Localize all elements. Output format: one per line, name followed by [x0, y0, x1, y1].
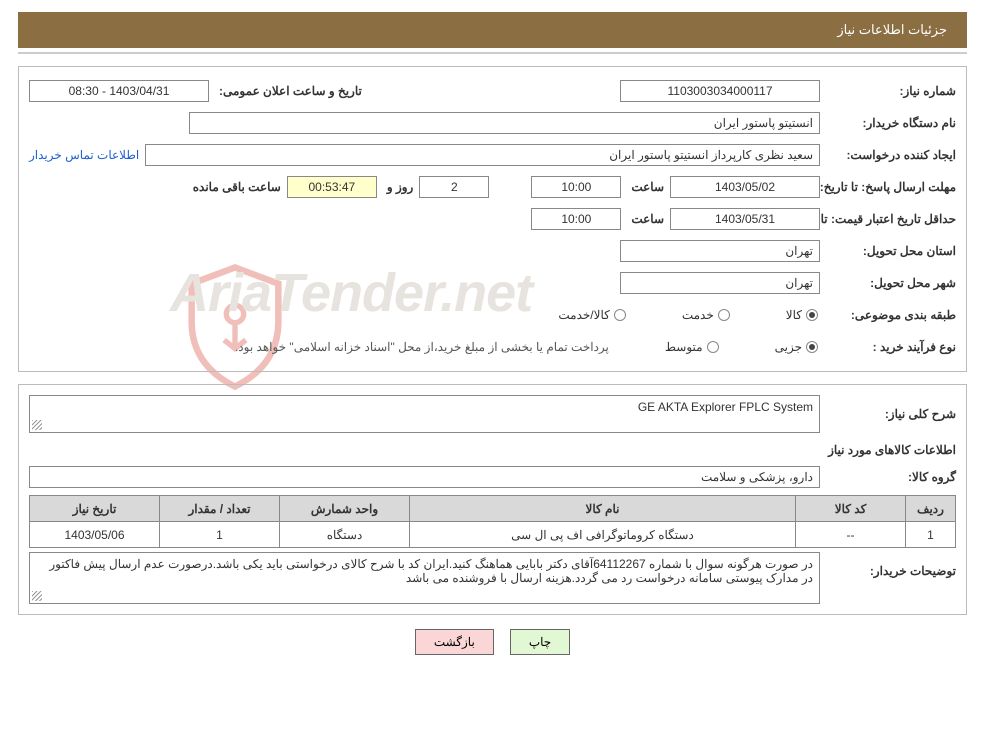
th-code: کد کالا — [796, 496, 906, 522]
purchase-type-label: نوع فرآیند خرید : — [826, 340, 956, 354]
resize-handle-icon[interactable] — [32, 591, 42, 601]
deadline-time-field: 10:00 — [531, 176, 621, 198]
goods-panel: شرح کلی نیاز: GE AKTA Explorer FPLC Syst… — [18, 384, 967, 615]
countdown-field: 00:53:47 — [287, 176, 377, 198]
radio-medium[interactable]: متوسط — [665, 340, 719, 354]
radio-goods[interactable]: کالا — [786, 308, 818, 322]
resize-handle-icon[interactable] — [32, 420, 42, 430]
th-qty: تعداد / مقدار — [160, 496, 280, 522]
th-name: نام کالا — [410, 496, 796, 522]
back-button[interactable]: بازگشت — [415, 629, 494, 655]
announce-label: تاریخ و ساعت اعلان عمومی: — [215, 84, 362, 98]
header-bar: جزئیات اطلاعات نیاز — [18, 12, 967, 48]
button-row: چاپ بازگشت — [0, 629, 985, 655]
goods-info-title: اطلاعات کالاهای مورد نیاز — [29, 443, 956, 457]
buyer-org-field: انستیتو پاستور ایران — [189, 112, 820, 134]
buyer-notes-textarea[interactable]: در صورت هرگونه سوال با شماره 64112267آقا… — [29, 552, 820, 604]
remaining-label: ساعت باقی مانده — [189, 180, 281, 194]
divider — [18, 52, 967, 54]
need-info-panel: شماره نیاز: 1103003034000117 تاریخ و ساع… — [18, 66, 967, 372]
goods-group-field: دارو، پزشکی و سلامت — [29, 466, 820, 488]
days-remaining-field: 2 — [419, 176, 489, 198]
payment-note: پرداخت تمام یا بخشی از مبلغ خرید،از محل … — [235, 340, 609, 354]
days-and-label: روز و — [383, 180, 414, 194]
radio-service[interactable]: خدمت — [682, 308, 730, 322]
header-title: جزئیات اطلاعات نیاز — [837, 22, 947, 38]
time-label-1: ساعت — [627, 180, 664, 194]
goods-table: ردیف کد کالا نام کالا واحد شمارش تعداد /… — [29, 495, 956, 548]
validity-date-field: 1403/05/31 — [670, 208, 820, 230]
buyer-org-label: نام دستگاه خریدار: — [826, 116, 956, 130]
buyer-notes-label: توضیحات خریدار: — [826, 552, 956, 578]
announce-field: 1403/04/31 - 08:30 — [29, 80, 209, 102]
th-unit: واحد شمارش — [280, 496, 410, 522]
time-label-2: ساعت — [627, 212, 664, 226]
table-row: 1 -- دستگاه کروماتوگرافی اف پی ال سی دست… — [30, 522, 956, 548]
need-number-label: شماره نیاز: — [826, 84, 956, 98]
th-date: تاریخ نیاز — [30, 496, 160, 522]
need-number-field: 1103003034000117 — [620, 80, 820, 102]
buyer-contact-link[interactable]: اطلاعات تماس خریدار — [29, 148, 139, 162]
radio-partial[interactable]: جزیی — [775, 340, 818, 354]
province-label: استان محل تحویل: — [826, 244, 956, 258]
goods-group-label: گروه کالا: — [826, 470, 956, 484]
validity-time-field: 10:00 — [531, 208, 621, 230]
deadline-label: مهلت ارسال پاسخ: تا تاریخ: — [826, 180, 956, 194]
city-label: شهر محل تحویل: — [826, 276, 956, 290]
province-field: تهران — [620, 240, 820, 262]
general-desc-label: شرح کلی نیاز: — [826, 407, 956, 421]
radio-goods-service[interactable]: کالا/خدمت — [558, 308, 625, 322]
validity-label: حداقل تاریخ اعتبار قیمت: تا تاریخ: — [826, 212, 956, 226]
th-row: ردیف — [906, 496, 956, 522]
category-label: طبقه بندی موضوعی: — [826, 308, 956, 322]
requester-label: ایجاد کننده درخواست: — [826, 148, 956, 162]
deadline-date-field: 1403/05/02 — [670, 176, 820, 198]
general-desc-textarea[interactable]: GE AKTA Explorer FPLC System — [29, 395, 820, 433]
city-field: تهران — [620, 272, 820, 294]
requester-field: سعید نظری کارپرداز انستیتو پاستور ایران — [145, 144, 820, 166]
print-button[interactable]: چاپ — [510, 629, 570, 655]
